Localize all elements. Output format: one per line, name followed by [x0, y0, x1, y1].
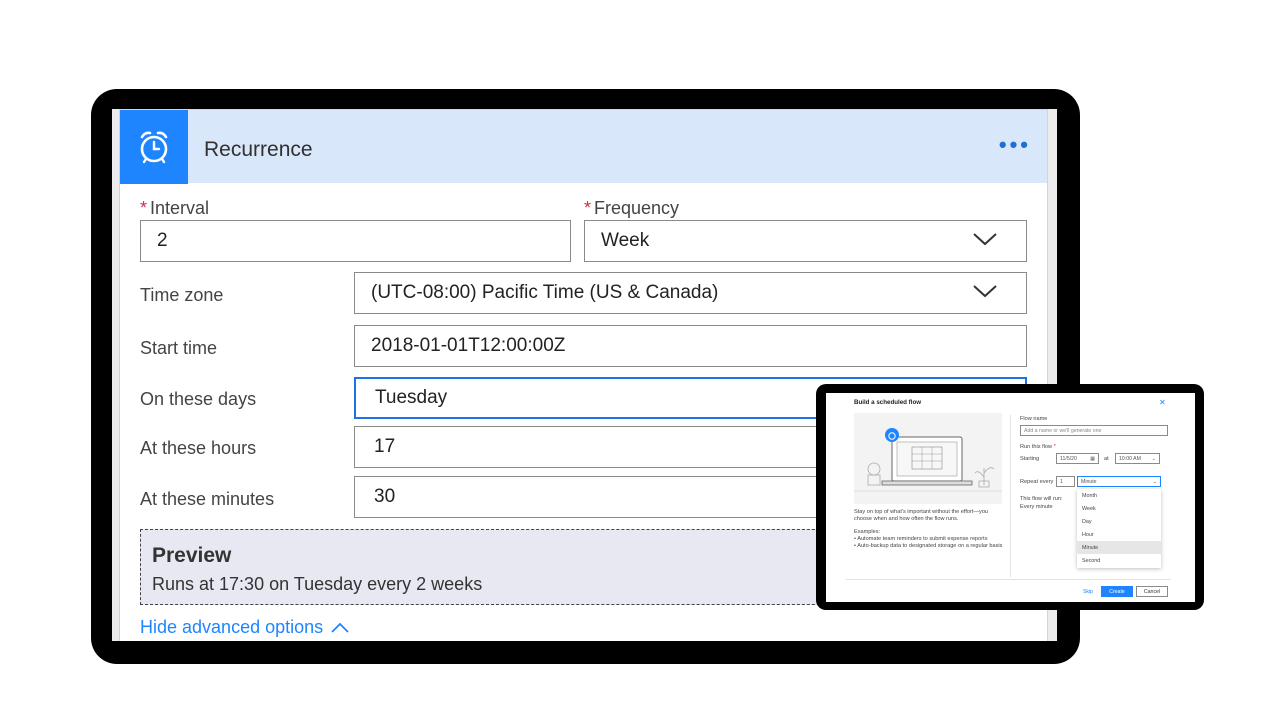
card-title: Recurrence [204, 138, 313, 161]
unit-option-hour[interactable]: Hour [1077, 528, 1161, 541]
run-flow-label-text: Run this flow [1020, 444, 1053, 450]
dialog-divider [1010, 415, 1011, 577]
unit-option-month[interactable]: Month [1077, 489, 1161, 502]
interval-label-text: Interval [150, 198, 210, 218]
will-run-value: Every minute [1020, 504, 1053, 510]
repeat-label: Repeat every [1020, 479, 1054, 485]
start-time-select-value: 10:00 AM [1119, 455, 1141, 462]
preview-box: Preview Runs at 17:30 on Tuesday every 2… [140, 529, 840, 605]
chevron-down-icon [973, 285, 997, 298]
create-button[interactable]: Create [1101, 586, 1133, 597]
repeat-unit-dropdown: Month Week Day Hour Minute Second [1077, 489, 1161, 568]
unit-option-minute[interactable]: Minute [1077, 541, 1161, 554]
dialog-title: Build a scheduled flow [854, 399, 922, 406]
hide-advanced-options-link[interactable]: Hide advanced options [140, 617, 349, 638]
days-label: On these days [140, 389, 257, 409]
alarm-clock-icon [120, 110, 188, 184]
start-time-input[interactable]: 2018-01-01T12:00:00Z [354, 325, 1027, 367]
flow-name-label: Flow name [1020, 416, 1048, 422]
at-label: at [1104, 456, 1109, 462]
close-icon[interactable]: ✕ [1159, 398, 1166, 408]
minutes-value: 30 [374, 486, 396, 507]
example-text: Automate team reminders to submit expens… [857, 536, 988, 542]
repeat-interval-input[interactable]: 1 [1056, 476, 1075, 487]
hours-value: 17 [374, 436, 396, 457]
unit-option-day[interactable]: Day [1077, 515, 1161, 528]
interval-label: * Interval [140, 198, 209, 219]
repeat-unit-select[interactable]: Minute ⌄ [1077, 476, 1161, 487]
chevron-down-icon [973, 233, 997, 246]
skip-button[interactable]: Skip [1078, 586, 1098, 597]
unit-option-second[interactable]: Second [1077, 554, 1161, 567]
scheduled-flow-dialog: Build a scheduled flow ✕ Stay on top of … [826, 393, 1195, 602]
chevron-up-icon [331, 622, 349, 633]
start-date-value: 11/5/20 [1060, 455, 1077, 462]
preview-text: Runs at 17:30 on Tuesday every 2 weeks [152, 574, 483, 594]
timezone-label: Time zone [140, 285, 224, 305]
run-flow-label: Run this flow * [1020, 444, 1056, 450]
start-time-label: Start time [140, 338, 218, 358]
frequency-label: * Frequency [584, 198, 679, 219]
laptop-illustration [854, 413, 1002, 504]
start-time-select[interactable]: 10:00 AM ⌄ [1115, 453, 1160, 464]
start-date-input[interactable]: 11/5/20 ▦ [1056, 453, 1099, 464]
minutes-label: At these minutes [140, 489, 275, 509]
dialog-footer-divider [846, 579, 1171, 580]
more-options-icon[interactable]: ••• [999, 134, 1031, 156]
example-item: • Automate team reminders to submit expe… [854, 536, 988, 542]
timezone-select[interactable]: (UTC-08:00) Pacific Time (US & Canada) [354, 272, 1027, 314]
required-mark: * [140, 198, 148, 218]
will-run-label: This flow will run: [1020, 496, 1063, 502]
preview-title: Preview [152, 544, 232, 567]
required-mark: * [584, 198, 592, 218]
days-value: Tuesday [375, 387, 448, 408]
chevron-down-icon: ⌄ [1152, 478, 1157, 485]
unit-option-week[interactable]: Week [1077, 502, 1161, 515]
interval-input[interactable]: 2 [140, 220, 571, 262]
hours-label: At these hours [140, 438, 257, 458]
examples-label: Examples: [854, 529, 881, 535]
frequency-label-text: Frequency [594, 198, 680, 218]
frequency-value: Week [601, 230, 650, 251]
calendar-icon: ▦ [1090, 455, 1095, 462]
example-item: • Auto-backup data to designated storage… [854, 543, 1003, 549]
interval-value: 2 [157, 230, 168, 251]
card-header[interactable]: Recurrence ••• [120, 109, 1047, 184]
frequency-select[interactable]: Week [584, 220, 1027, 262]
timezone-value: (UTC-08:00) Pacific Time (US & Canada) [371, 282, 719, 303]
hide-advanced-label: Hide advanced options [140, 617, 324, 637]
starting-label: Starting [1020, 456, 1040, 462]
flow-name-input[interactable]: Add a name or we'll generate one [1020, 425, 1168, 436]
dialog-description: Stay on top of what's important without … [854, 509, 989, 522]
start-time-value: 2018-01-01T12:00:00Z [371, 335, 566, 356]
repeat-unit-value: Minute [1081, 478, 1097, 485]
repeat-interval-value: 1 [1060, 478, 1063, 485]
cancel-button[interactable]: Cancel [1136, 586, 1168, 597]
example-text: Auto-backup data to designated storage o… [857, 543, 1003, 549]
flow-name-placeholder: Add a name or we'll generate one [1024, 427, 1102, 434]
chevron-down-icon: ⌄ [1151, 455, 1156, 462]
